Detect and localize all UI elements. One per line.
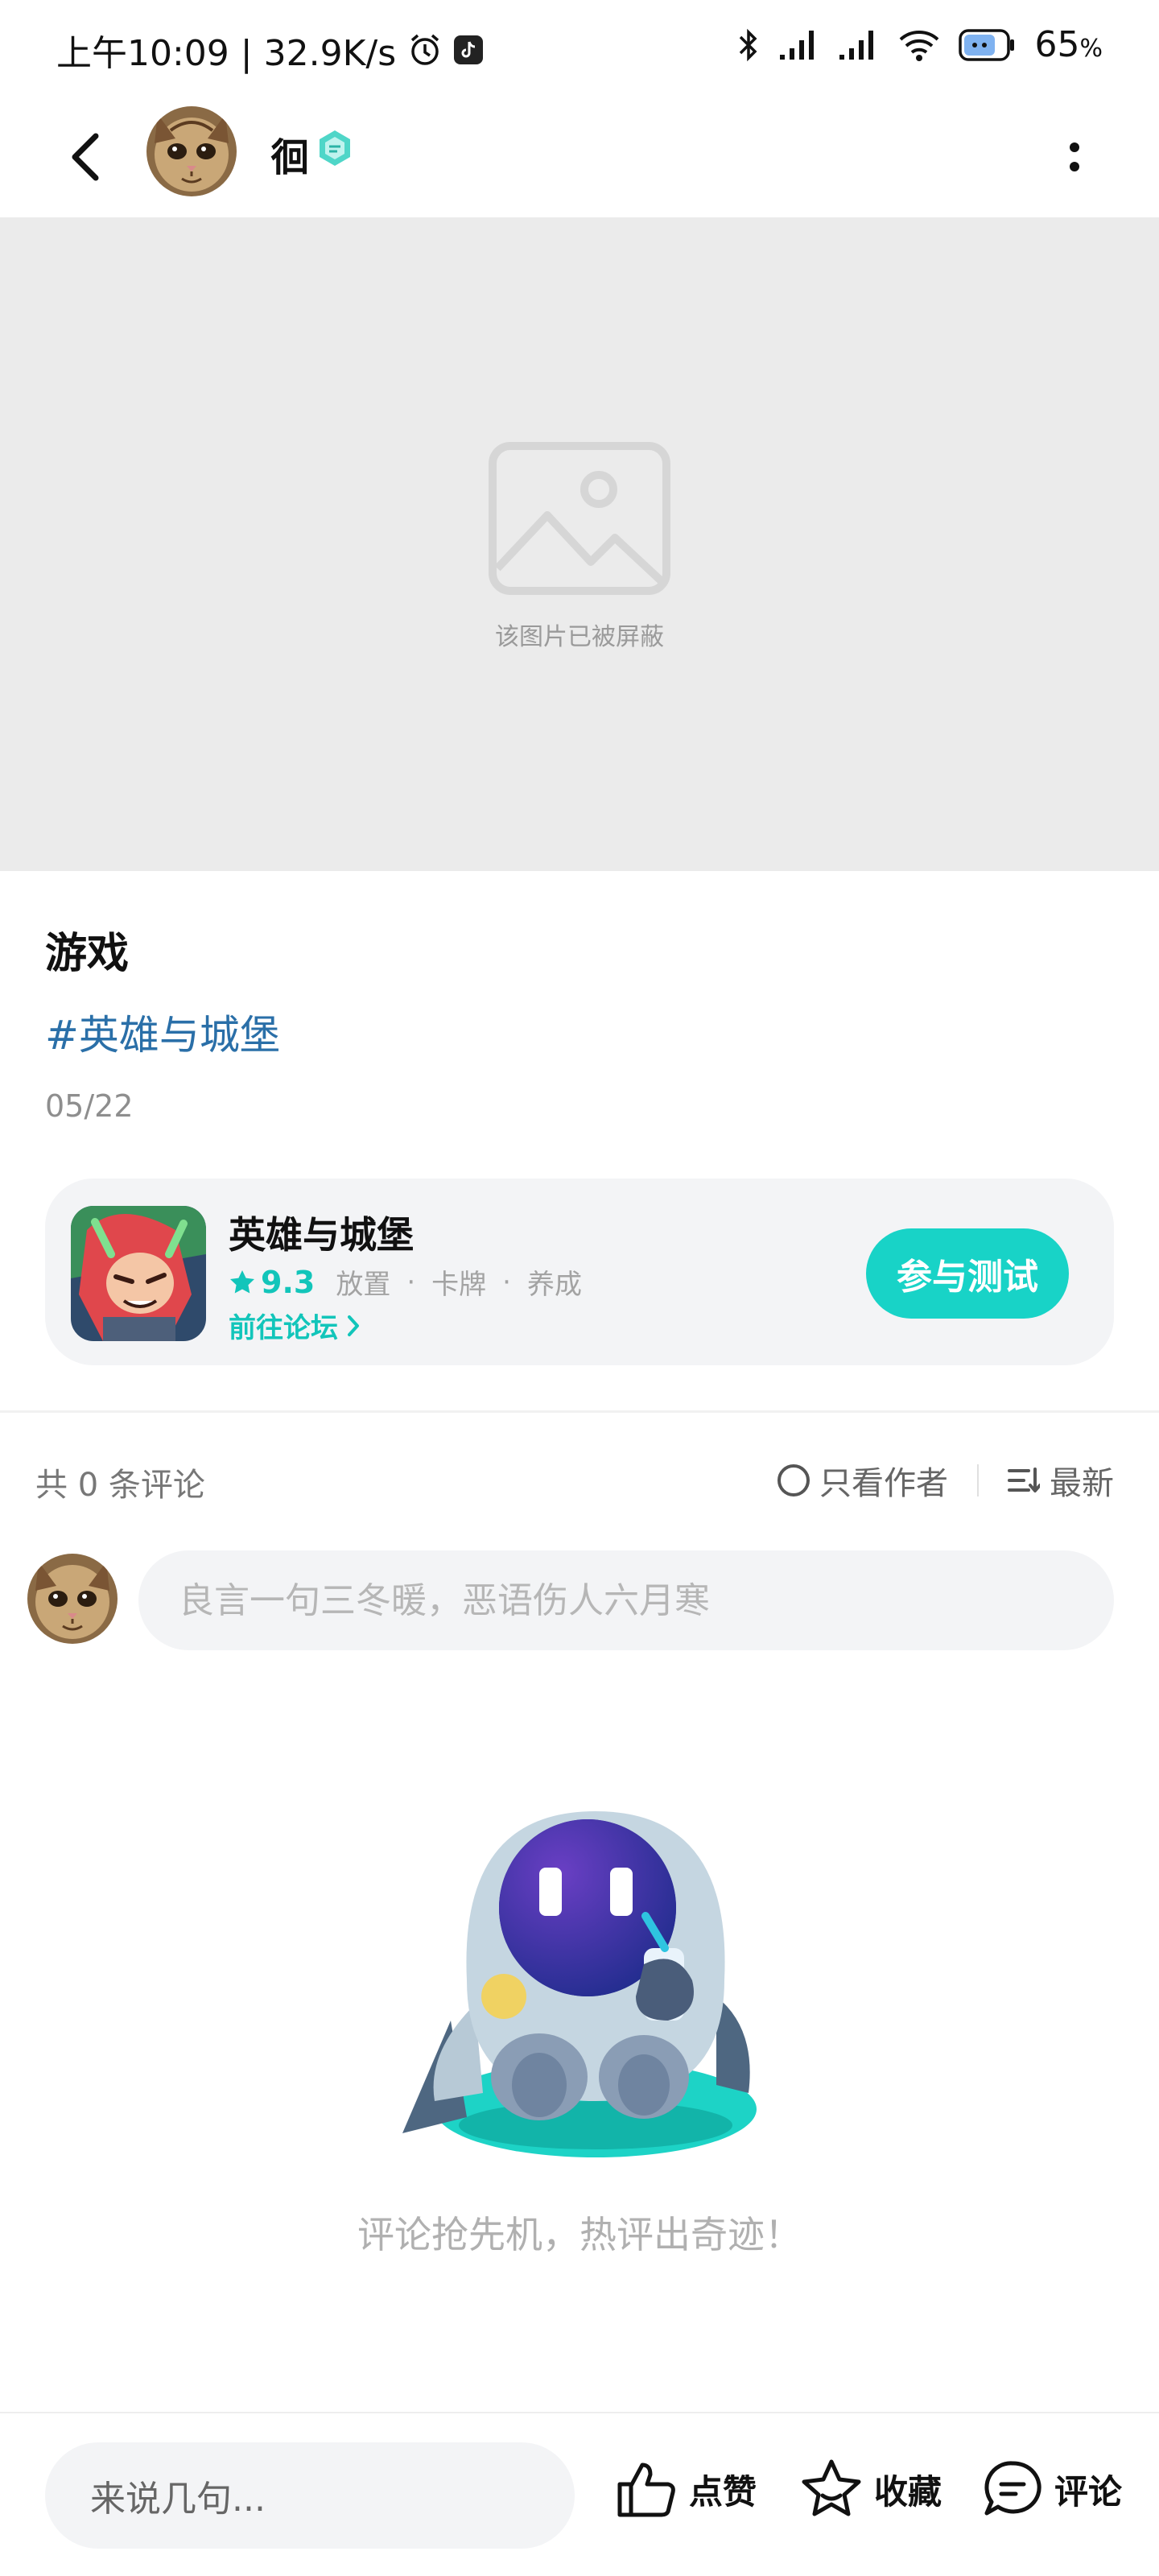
game-card[interactable]: 英雄与城堡 9.3 放置 · 卡牌 · 养成 前往论坛 参与测试 xyxy=(45,1179,1114,1365)
star-icon xyxy=(230,1269,254,1293)
battery-icon xyxy=(959,27,1017,63)
sort-label: 最新 xyxy=(1050,1465,1114,1502)
bluetooth-icon xyxy=(736,27,761,63)
wifi-icon xyxy=(897,28,941,62)
game-rating-value: 9.3 xyxy=(261,1264,316,1300)
image-icon xyxy=(489,442,670,595)
game-rating: 9.3 xyxy=(229,1265,315,1300)
favorite-button[interactable]: 收藏 xyxy=(800,2458,942,2520)
post-date: 05/22 xyxy=(45,1088,134,1124)
thumbs-up-icon xyxy=(617,2462,675,2517)
status-time-speed: 上午10:09 | 32.9K/s xyxy=(56,33,397,74)
comment-count: 共 0 条评论 xyxy=(35,1467,205,1504)
status-left: 上午10:09 | 32.9K/s xyxy=(56,24,484,76)
back-button[interactable] xyxy=(48,121,121,193)
section-divider xyxy=(0,1410,1159,1413)
blocked-image-text: 该图片已被屏蔽 xyxy=(495,623,664,651)
favorite-label: 收藏 xyxy=(874,2471,942,2512)
only-author-label: 只看作者 xyxy=(819,1465,948,1502)
genre-separator: · xyxy=(502,1265,511,1298)
game-name[interactable]: 英雄与城堡 xyxy=(229,1206,414,1259)
join-test-button[interactable]: 参与测试 xyxy=(866,1228,1069,1319)
post-header: 徊 xyxy=(0,97,1159,217)
comment-filters: 只看作者 最新 xyxy=(777,1457,1114,1504)
battery-percent: 65% xyxy=(1034,24,1103,65)
chevron-left-icon xyxy=(72,133,99,181)
current-user-avatar[interactable] xyxy=(27,1554,118,1644)
level-badge-icon xyxy=(316,129,354,167)
signal-icon xyxy=(778,29,820,61)
forum-link[interactable]: 前往论坛 xyxy=(229,1306,361,1345)
filter-separator xyxy=(977,1464,979,1496)
comment-button[interactable]: 评论 xyxy=(982,2458,1122,2520)
more-options-button[interactable] xyxy=(1038,121,1111,193)
post-topic-tag[interactable]: #英雄与城堡 xyxy=(45,1003,280,1061)
empty-state-mascot xyxy=(402,1811,757,2157)
forum-link-label: 前往论坛 xyxy=(229,1312,338,1344)
author-avatar[interactable] xyxy=(146,106,237,196)
game-app-icon[interactable] xyxy=(71,1206,206,1341)
game-genre-2: 卡牌 xyxy=(431,1269,487,1301)
only-author-toggle[interactable]: 只看作者 xyxy=(777,1457,948,1504)
game-genre-1: 放置 xyxy=(336,1269,391,1301)
game-genre-3: 养成 xyxy=(526,1269,582,1301)
percent-sign: % xyxy=(1079,35,1103,63)
bottom-comment-input[interactable]: 来说几句... xyxy=(45,2442,575,2549)
bottom-action-bar: 来说几句... 点赞 收藏 评论 xyxy=(0,2412,1159,2576)
alarm-icon xyxy=(407,32,443,68)
radio-circle-icon xyxy=(777,1464,810,1496)
more-vertical-icon xyxy=(1070,142,1079,171)
empty-comments-text: 评论抢先机，热评出奇迹！ xyxy=(357,2213,802,2256)
chevron-right-icon xyxy=(348,1315,359,1336)
game-meta: 9.3 放置 · 卡牌 · 养成 xyxy=(229,1262,582,1302)
comment-bubble-icon xyxy=(984,2461,1041,2516)
like-button[interactable]: 点赞 xyxy=(615,2458,757,2520)
comment-input[interactable] xyxy=(138,1550,1114,1650)
post-image-placeholder[interactable]: 该图片已被屏蔽 xyxy=(0,217,1159,871)
sort-button[interactable]: 最新 xyxy=(1008,1457,1114,1504)
like-label: 点赞 xyxy=(689,2471,757,2512)
comment-label: 评论 xyxy=(1054,2471,1123,2512)
tiktok-icon xyxy=(454,35,484,64)
author-name[interactable]: 徊 xyxy=(270,126,309,182)
sort-icon xyxy=(1008,1468,1040,1492)
signal-icon-2 xyxy=(838,29,880,61)
star-outline-icon xyxy=(802,2459,861,2516)
status-bar: 上午10:09 | 32.9K/s 65% xyxy=(0,0,1159,97)
status-right: 65% xyxy=(736,24,1103,65)
post-title: 游戏 xyxy=(45,930,130,978)
battery-value: 65 xyxy=(1034,24,1080,65)
genre-separator: · xyxy=(406,1265,416,1298)
